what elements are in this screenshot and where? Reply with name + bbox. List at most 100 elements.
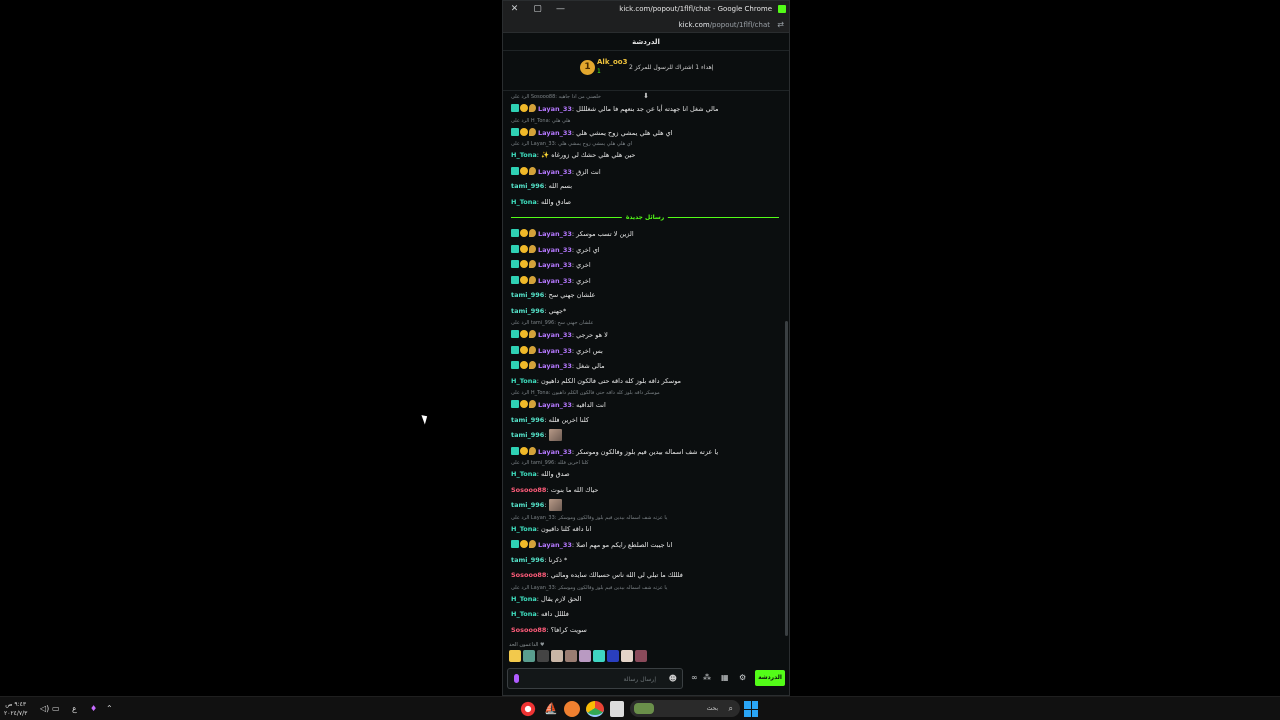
- reply-context[interactable]: الرد على Layan_33: اي هلي هلي يمشي زوح ي…: [511, 140, 779, 148]
- reply-context[interactable]: الرد على Layan_33: يا عزته شف اسماله بيد…: [511, 514, 779, 522]
- minimize-icon[interactable]: —: [549, 1, 572, 17]
- supporter-avatar[interactable]: [523, 650, 535, 662]
- supporter-avatar[interactable]: [621, 650, 633, 662]
- message-username[interactable]: Layan_33: [538, 447, 572, 455]
- chevron-up-icon[interactable]: ⌃: [106, 702, 113, 716]
- chat-message[interactable]: H_Tona: انا داقه كلنا داقيون: [511, 522, 779, 538]
- reply-context[interactable]: الرد على tami_996: كلنا اخرين فلله: [511, 459, 779, 467]
- chat-message[interactable]: Layan_33: مالي شغل: [511, 358, 779, 374]
- chat-input[interactable]: إرسال رسالة ☻: [507, 668, 683, 689]
- chrome-app-icon[interactable]: [586, 701, 604, 717]
- emote-image[interactable]: [548, 429, 562, 441]
- gift-icon[interactable]: ▦: [721, 672, 729, 684]
- message-username[interactable]: H_Tona: [511, 595, 537, 603]
- opera-app-icon[interactable]: [520, 701, 536, 717]
- message-username[interactable]: Layan_33: [538, 245, 572, 253]
- message-username[interactable]: tami_996: [511, 556, 544, 564]
- chat-message[interactable]: Sosooo88: فلللك ما تبلي لي الله ناس حسبا…: [511, 568, 779, 584]
- supporter-avatar[interactable]: [509, 650, 521, 662]
- chat-message[interactable]: tami_996: جهني*: [511, 304, 779, 320]
- infinity-icon[interactable]: ∞: [691, 672, 698, 684]
- message-username[interactable]: Layan_33: [538, 331, 572, 339]
- chat-message[interactable]: Layan_33: الزين لا تسب موسكر: [511, 226, 779, 242]
- url-text[interactable]: kick.com/popout/1flfl/chat: [679, 17, 770, 33]
- supporter-avatar[interactable]: [593, 650, 605, 662]
- chat-message[interactable]: Layan_33: لا هو حرجي: [511, 327, 779, 343]
- emoji-icon[interactable]: ☻: [669, 674, 677, 684]
- chat-message[interactable]: Layan_33: يا عزته شف اسماله بيدين فيم بل…: [511, 444, 779, 460]
- gear-icon[interactable]: ⚙: [739, 672, 746, 684]
- message-username[interactable]: Layan_33: [538, 362, 572, 370]
- message-username[interactable]: Layan_33: [538, 276, 572, 284]
- supporter-avatar[interactable]: [579, 650, 591, 662]
- chat-message[interactable]: Layan_33: اي هلي هلي يمشي زوح يمشي هلي: [511, 125, 779, 141]
- chat-message[interactable]: Sosooo88: سويت كرافا؟: [511, 623, 779, 639]
- message-username[interactable]: Layan_33: [538, 401, 572, 409]
- site-settings-icon[interactable]: ⇄: [777, 17, 784, 33]
- message-username[interactable]: Layan_33: [538, 261, 572, 269]
- volume-icon[interactable]: ◁): [40, 702, 49, 716]
- close-icon[interactable]: ✕: [503, 1, 526, 17]
- message-username[interactable]: Layan_33: [538, 167, 572, 175]
- chat-message[interactable]: H_Tona: فلللل داقه: [511, 607, 779, 623]
- chat-message[interactable]: Layan_33: انت الداقيه: [511, 397, 779, 413]
- message-username[interactable]: Sosooo88: [511, 626, 546, 634]
- people-icon[interactable]: ⁂: [703, 672, 711, 684]
- message-username[interactable]: tami_996: [511, 182, 544, 190]
- chat-message[interactable]: Layan_33: اي اخري: [511, 242, 779, 258]
- windows-start-icon[interactable]: [744, 701, 758, 717]
- address-bar[interactable]: kick.com/popout/1flfl/chat ⇄: [503, 17, 789, 33]
- chat-scrollbar[interactable]: [785, 321, 788, 636]
- reply-context[interactable]: الرد على Layan_33: يا عزته شف اسماله بيد…: [511, 584, 779, 592]
- reply-context[interactable]: الرد على Sosooo88: خلصني من اذا جاهيه: [511, 93, 779, 101]
- taskbar-clock[interactable]: ٩:٤٣ ص ٢٠٢٤/٧/٣: [4, 700, 27, 718]
- supporter-avatar[interactable]: [607, 650, 619, 662]
- chat-message[interactable]: tami_996: كلنا اخرين فلله: [511, 413, 779, 429]
- chat-message[interactable]: H_Tona: الحق لازم يقال: [511, 592, 779, 608]
- chat-message[interactable]: H_Tona: صادق والله: [511, 195, 779, 211]
- send-chat-button[interactable]: الدردشة: [755, 670, 785, 686]
- message-username[interactable]: Layan_33: [538, 105, 572, 113]
- message-username[interactable]: H_Tona: [511, 377, 537, 385]
- message-username[interactable]: Layan_33: [538, 128, 572, 136]
- chat-message[interactable]: Layan_33: انت الزق: [511, 164, 779, 180]
- gifter-username[interactable]: Alk_oo3: [597, 58, 627, 66]
- message-username[interactable]: H_Tona: [511, 470, 537, 478]
- firefox-app-icon[interactable]: [564, 701, 580, 717]
- chat-message[interactable]: tami_996: علشان جهني سح: [511, 288, 779, 304]
- message-username[interactable]: tami_996: [511, 307, 544, 315]
- chat-message[interactable]: tami_996: بسم الله: [511, 179, 779, 195]
- chat-message[interactable]: tami_996: ذكرنا *: [511, 553, 779, 569]
- reply-context[interactable]: الرد على H_Tona: هلي هلي: [511, 117, 779, 125]
- chat-message[interactable]: H_Tona: صدق والله: [511, 467, 779, 483]
- message-username[interactable]: H_Tona: [511, 151, 537, 159]
- supporter-avatar[interactable]: [635, 650, 647, 662]
- pinned-gift-banner[interactable]: 1 Alk_oo3 1 إهداء 1 اشتراك للرسول للمركز…: [503, 51, 789, 91]
- chat-message[interactable]: Layan_33: اخري: [511, 257, 779, 273]
- chat-message[interactable]: tami_996:: [511, 498, 779, 514]
- network-icon[interactable]: ▭: [52, 702, 60, 716]
- message-username[interactable]: Sosooo88: [511, 486, 546, 494]
- message-username[interactable]: Layan_33: [538, 346, 572, 354]
- mic-icon[interactable]: [514, 674, 519, 683]
- chat-message[interactable]: H_Tona: موسكر داقه بلوز كله داقه حتى فال…: [511, 374, 779, 390]
- supporter-avatar[interactable]: [537, 650, 549, 662]
- chat-message[interactable]: tami_996:: [511, 428, 779, 444]
- chat-message[interactable]: Layan_33: انا جيبت الصلطع رايكم مو مهم ا…: [511, 537, 779, 553]
- chat-message[interactable]: Sosooo88: حياك الله ما بنوت: [511, 483, 779, 499]
- chat-message[interactable]: Layan_33: بس اخري: [511, 343, 779, 359]
- reply-context[interactable]: الرد على H_Tona: موسكر داقه بلوز كله داق…: [511, 389, 779, 397]
- message-username[interactable]: H_Tona: [511, 525, 537, 533]
- chat-message[interactable]: Layan_33: اخري: [511, 273, 779, 289]
- message-username[interactable]: tami_996: [511, 501, 544, 509]
- message-username[interactable]: H_Tona: [511, 198, 537, 206]
- chat-message[interactable]: H_Tona: ✨ حين هلي هلي حشك لي زورغاه: [511, 148, 779, 164]
- emote-image[interactable]: [548, 499, 562, 511]
- message-username[interactable]: tami_996: [511, 431, 544, 439]
- message-username[interactable]: H_Tona: [511, 610, 537, 618]
- language-indicator[interactable]: ع: [72, 702, 77, 716]
- mic-tray-icon[interactable]: ♦: [90, 702, 97, 716]
- message-username[interactable]: Layan_33: [538, 230, 572, 238]
- supporter-avatar[interactable]: [551, 650, 563, 662]
- taskbar-search[interactable]: بحث ⌕: [630, 700, 740, 717]
